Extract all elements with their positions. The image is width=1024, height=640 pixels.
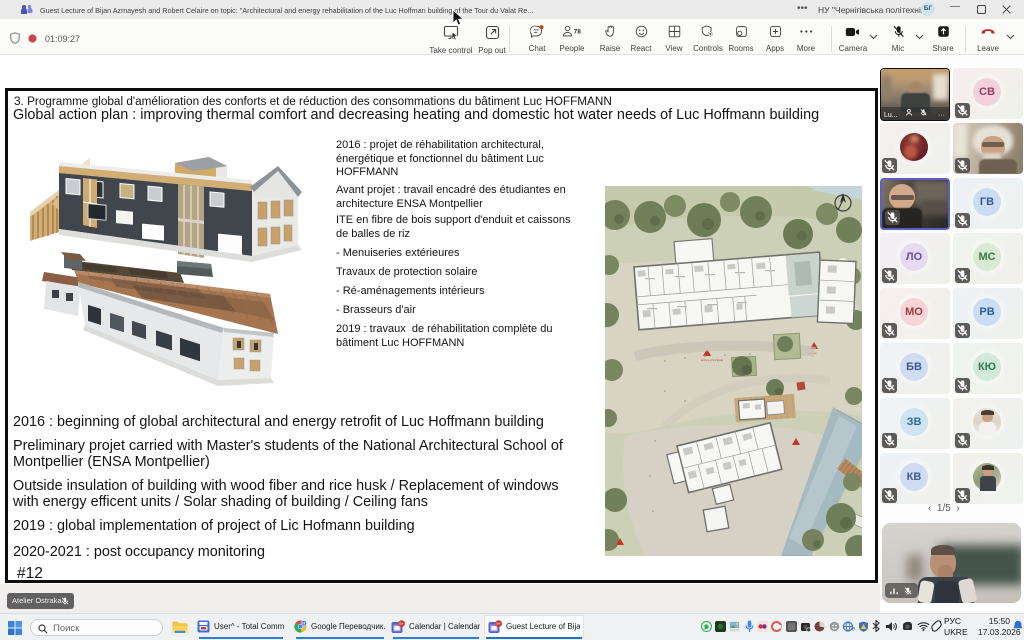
svg-text:9+: 9+	[399, 622, 404, 626]
svg-text:M: M	[302, 621, 305, 625]
svg-text:78: 78	[574, 29, 582, 36]
svg-text:e: e	[852, 627, 855, 633]
svg-text:entrée principale: entrée principale	[701, 358, 724, 362]
svg-text:9+: 9+	[496, 622, 501, 626]
